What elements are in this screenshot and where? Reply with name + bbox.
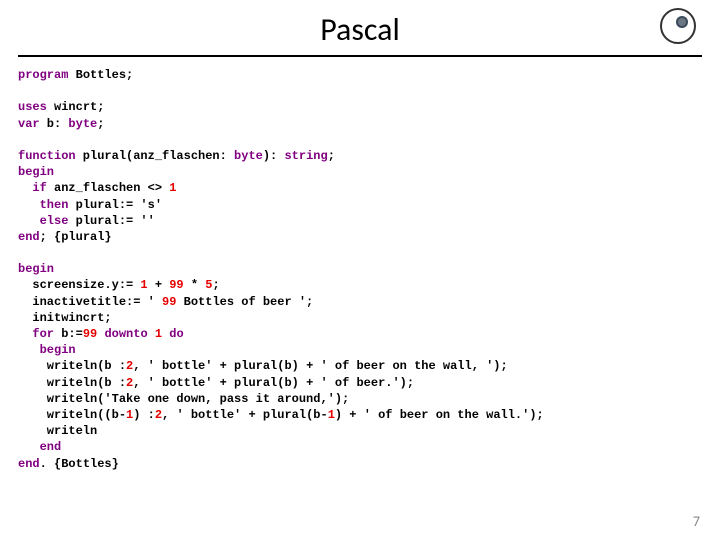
code-text: plural(anz_flaschen:: [76, 149, 234, 163]
kw-byte: byte: [68, 117, 97, 131]
code-text: ) :: [133, 408, 155, 422]
code-text: , ' bottle' + plural(b-: [162, 408, 328, 422]
code-text: anz_flaschen <>: [47, 181, 169, 195]
code-text: Bottles of beer ';: [176, 295, 313, 309]
kw-begin: begin: [18, 262, 54, 276]
code-text: writeln('Take one down, pass it around,'…: [18, 392, 349, 406]
kw-end: end: [18, 457, 40, 471]
code-text: ; {plural}: [40, 230, 112, 244]
code-text: ;: [212, 278, 219, 292]
num: 1: [328, 408, 335, 422]
code-text: wincrt;: [47, 100, 105, 114]
kw-do: do: [169, 327, 183, 341]
code-text: ;: [97, 117, 104, 131]
code-text: [148, 327, 155, 341]
code-text: inactivetitle:= ': [18, 295, 162, 309]
kw-uses: uses: [18, 100, 47, 114]
kw-end: end: [18, 230, 40, 244]
kw-for: for: [32, 327, 54, 341]
code-text: ) + ' of beer on the wall.');: [335, 408, 544, 422]
kw-begin: begin: [18, 165, 54, 179]
kw-var: var: [18, 117, 40, 131]
kw-string: string: [284, 149, 327, 163]
kw-begin: begin: [40, 343, 76, 357]
kw-byte: byte: [234, 149, 263, 163]
code-text: b:: [40, 117, 69, 131]
page-number: 7: [693, 513, 700, 530]
num: 1: [155, 327, 162, 341]
num: 99: [162, 295, 176, 309]
num: 99: [83, 327, 97, 341]
code-text: writeln: [18, 424, 97, 438]
code-text: . {Bottles}: [40, 457, 119, 471]
kw-if: if: [32, 181, 46, 195]
code-text: , ' bottle' + plural(b) + ' of beer.');: [133, 376, 414, 390]
code-text: Bottles;: [68, 68, 133, 82]
code-text: +: [148, 278, 170, 292]
num: 2: [155, 408, 162, 422]
code-block: program Bottles; uses wincrt; var b: byt…: [0, 57, 720, 472]
code-text: ;: [328, 149, 335, 163]
code-text: initwincrt;: [18, 311, 112, 325]
kw-end: end: [40, 440, 62, 454]
kw-then: then: [40, 198, 69, 212]
code-text: , ' bottle' + plural(b) + ' of beer on t…: [133, 359, 507, 373]
code-text: writeln((b-: [18, 408, 126, 422]
kw-else: else: [40, 214, 69, 228]
code-text: plural:= 's': [68, 198, 162, 212]
code-text: ):: [263, 149, 285, 163]
num: 99: [169, 278, 183, 292]
code-text: writeln(b :: [18, 376, 126, 390]
kw-downto: downto: [104, 327, 147, 341]
code-text: b:=: [54, 327, 83, 341]
code-text: plural:= '': [68, 214, 154, 228]
code-text: writeln(b :: [18, 359, 126, 373]
logo: [658, 6, 698, 46]
code-text: *: [184, 278, 206, 292]
kw-function: function: [18, 149, 76, 163]
num: 1: [169, 181, 176, 195]
num: 1: [140, 278, 147, 292]
kw-program: program: [18, 68, 68, 82]
code-text: screensize.y:=: [18, 278, 140, 292]
page-title: Pascal: [0, 0, 720, 55]
